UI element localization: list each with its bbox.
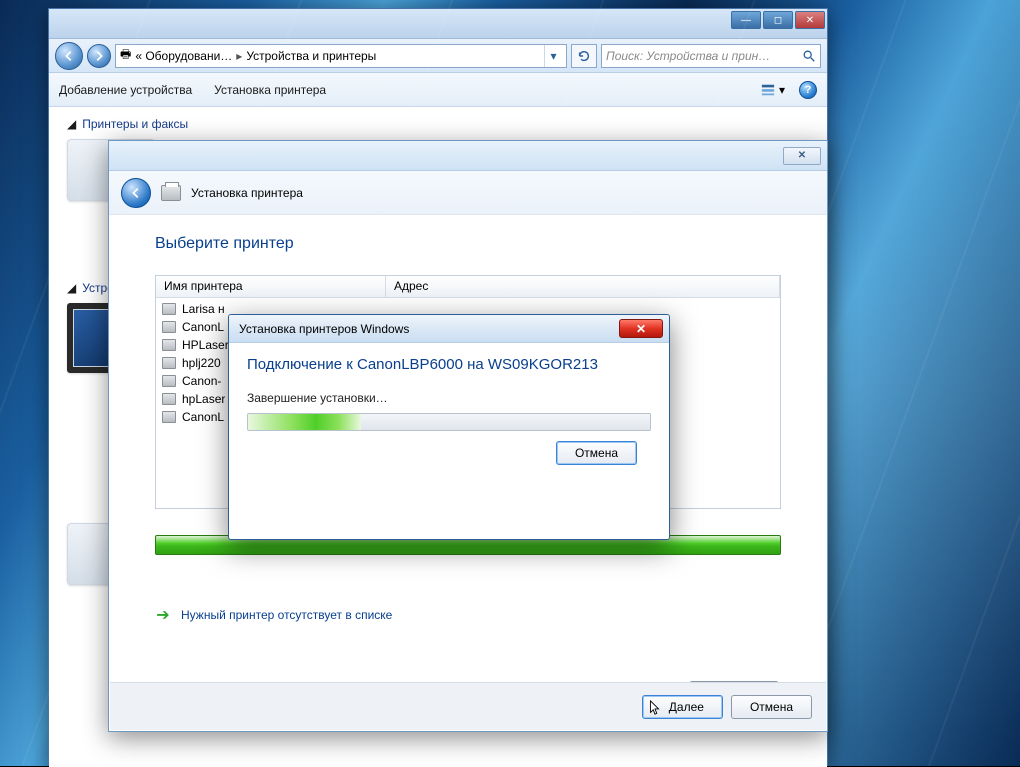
close-button[interactable]: ✕ [619,319,663,338]
progress-heading: Подключение к CanonLBP6000 на WS09KGOR21… [247,355,651,375]
printer-name: CanonL [182,320,224,334]
group-header-printers[interactable]: ◢ Принтеры и факсы [67,117,809,131]
maximize-button[interactable]: ◻ [763,11,793,29]
close-button[interactable]: ✕ [795,11,825,29]
chevron-right-icon: ▸ [236,49,242,63]
cursor-icon [649,700,661,716]
dialog-titlebar[interactable]: Установка принтеров Windows ✕ [229,315,669,343]
wizard-heading: Выберите принтер [155,235,781,253]
cancel-button[interactable]: Отмена [556,441,637,465]
minimize-button[interactable]: — [731,11,761,29]
wizard-back-button[interactable] [121,178,151,208]
nav-forward-button[interactable] [87,44,111,68]
breadcrumb-segment[interactable]: « Оборудовани… [135,49,232,63]
chevron-down-icon: ▾ [779,83,785,97]
search-input[interactable]: Поиск: Устройства и прин… [601,44,821,68]
address-bar: 🖶 « Оборудовани… ▸ Устройства и принтеры… [49,39,827,73]
wizard-footer: Далее Отмена [110,682,826,730]
breadcrumb-dropdown[interactable]: ▾ [544,45,562,67]
wizard-header: Установка принтера [109,171,827,215]
cancel-button[interactable]: Отмена [731,695,812,719]
printer-icon [162,303,176,315]
collapse-icon: ◢ [67,117,76,131]
printer-not-listed-link[interactable]: ➔ Нужный принтер отсутствует в списке [155,607,781,623]
command-bar: Добавление устройства Установка принтера… [49,73,827,107]
printer-name: Larisa н [182,302,225,316]
help-button[interactable]: ? [799,81,817,99]
printer-icon [162,411,176,423]
printer-name: HPLaser [182,338,229,352]
add-printer-button[interactable]: Установка принтера [214,83,326,97]
add-device-button[interactable]: Добавление устройства [59,83,192,97]
printer-name: hplj220 [182,356,221,370]
printer-icon [162,339,176,351]
printer-name: CanonL [182,410,224,424]
printer-icon [161,185,181,201]
printer-icon [162,321,176,333]
wizard-title: Установка принтера [191,186,303,200]
search-placeholder: Поиск: Устройства и прин… [606,49,770,63]
view-options-button[interactable]: ▾ [761,83,785,97]
progress-bar [247,413,651,431]
column-address[interactable]: Адрес [386,276,780,297]
install-progress-dialog: Установка принтеров Windows ✕ Подключени… [228,314,670,540]
dialog-title: Установка принтеров Windows [239,322,409,336]
desktop-background: — ◻ ✕ 🖶 « Оборудовани… ▸ Устройства и пр… [0,0,1020,766]
printer-icon [162,393,176,405]
next-button[interactable]: Далее [642,695,723,719]
devices-icon: 🖶 [120,45,131,66]
printer-icon [162,375,176,387]
nav-back-button[interactable] [55,42,83,70]
printer-name: hpLaser [182,392,225,406]
printer-name: Canon- [182,374,221,388]
wizard-titlebar[interactable]: ✕ [109,141,827,171]
column-name[interactable]: Имя принтера [156,276,386,297]
printer-icon [162,357,176,369]
progress-status: Завершение установки… [247,391,651,405]
arrow-right-icon: ➔ [155,607,171,623]
close-button[interactable]: ✕ [783,147,821,165]
list-header: Имя принтера Адрес [156,276,780,298]
collapse-icon: ◢ [67,281,76,295]
window-titlebar[interactable]: — ◻ ✕ [49,9,827,39]
search-icon [802,49,816,63]
breadcrumb-segment[interactable]: Устройства и принтеры [246,49,376,63]
refresh-button[interactable] [571,44,597,68]
breadcrumb[interactable]: 🖶 « Оборудовани… ▸ Устройства и принтеры… [115,44,567,68]
